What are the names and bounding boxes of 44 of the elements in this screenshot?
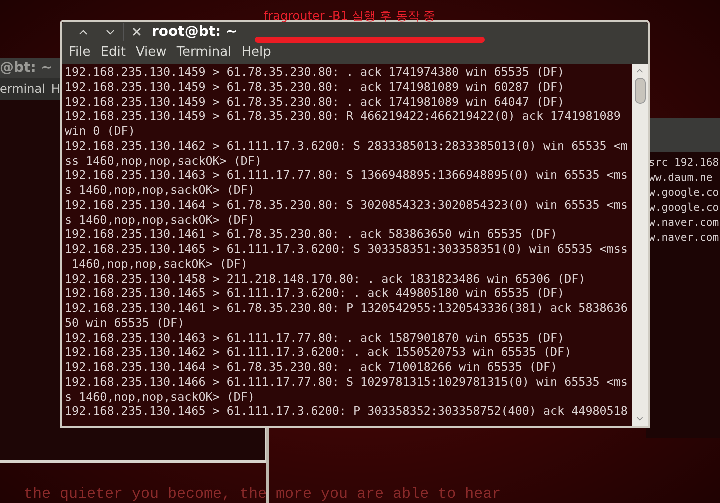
- terminal-line: 192.168.235.130.1462 > 61.111.17.3.6200: . ack 1550520753 win 65535 (DF): [65, 345, 573, 360]
- terminal-line: 192.168.235.130.1462 > 61.111.17.3.6200: S 2833385013:2833385013(0) win 65535 <m: [65, 138, 629, 154]
- terminal-line: 192.168.235.130.1461 > 61.78.35.230.80: . ack 583863650 win 65535 (DF): [65, 227, 559, 242]
- terminal-line: 192.168.235.130.1464 > 61.78.35.230.80: . ack 710018266 win 65535 (DF): [65, 360, 559, 375]
- menu-item[interactable]: erminal: [0, 80, 46, 98]
- menu-item[interactable]: Terminal: [176, 43, 232, 63]
- terminal-line: 192.168.235.130.1461 > 61.78.35.230.80: P 1320542955:1320543336(381) ack 5838636: [65, 301, 629, 316]
- terminal-line: w.google.co: [649, 201, 720, 216]
- window-title: root@bt: ~: [152, 22, 238, 42]
- terminal-line: 192.168.235.130.1466 > 61.111.17.77.80: S 1029781315:1029781315(0) win 65535 <ms: [65, 374, 629, 390]
- terminal-line: ss 1460,nop,nop,sackOK> (DF): [65, 154, 264, 168]
- terminal-line: w.naver.com: [649, 231, 720, 246]
- menu-item[interactable]: File: [69, 43, 91, 63]
- annotation-text: fragrouter -B1 실행 후 동작 중: [264, 8, 436, 25]
- close-icon: [131, 26, 143, 38]
- terminal-line: 192.168.235.130.1463 > 61.111.17.77.80: . ack 1587901870 win 65535 (DF): [65, 330, 566, 346]
- terminal-line: 192.168.235.130.1459 > 61.78.35.230.80: . ack 1741981089 win 60287 (DF): [65, 80, 566, 94]
- terminal-line: s 1460,nop,nop,sackOK> (DF): [65, 212, 256, 228]
- terminal-line: 192.168.235.130.1464 > 61.78.35.230.80: S 3020854323:3020854323(0) win 65535 <ms: [65, 198, 629, 212]
- terminal-line: 192.168.235.130.1465 > 61.111.17.3.6200: . ack 449805180 win 65535 (DF): [65, 286, 566, 301]
- window-title: @bt: ~: [0, 58, 53, 78]
- terminal-line: 192.168.235.130.1463 > 61.111.17.77.80: S 1366948895:1366948895(0) win 65535 <ms: [65, 168, 629, 183]
- menu-item[interactable]: H: [51, 80, 60, 98]
- terminal-line: 192.168.235.130.1465 > 61.111.17.3.6200: S 303358351:303358351(0) win 65535 <mss: [65, 242, 629, 257]
- terminal-line: 192.168.235.130.1459 > 61.78.35.230.80: R 466219422:466219422(0) ack 1741981089: [65, 109, 622, 124]
- terminal-line: 192.168.235.130.1459 > 61.78.35.230.80: . ack 1741974380 win 65535 (DF): [65, 65, 566, 80]
- terminal-line: w.google.co: [649, 186, 720, 201]
- terminal-line: s 1460,nop,nop,sackOK> (DF): [65, 390, 256, 404]
- menu-item[interactable]: Help: [242, 43, 272, 63]
- wallpaper-tagline: the quieter you become, the more you are able to hear: [24, 485, 502, 503]
- terminal-line: 192.168.235.130.1458 > 211.218.148.170.80: . ack 1831823486 win 65306 (DF): [65, 272, 587, 286]
- terminal-line: 192.168.235.130.1465 > 61.111.17.3.6200: P 303358352:303358752(400) ack 44980518: [65, 404, 629, 419]
- menu-item[interactable]: Edit: [100, 43, 126, 63]
- terminal-line: win 0 (DF): [65, 124, 136, 139]
- terminal-line: w.naver.com: [649, 216, 720, 231]
- terminal-line: s 1460,nop,nop,sackOK> (DF): [65, 183, 256, 198]
- scroll-thumb[interactable]: [634, 78, 646, 104]
- scrollbar[interactable]: [632, 64, 648, 426]
- terminal-line: ww.daum.ne: [649, 171, 714, 186]
- menu-item[interactable]: View: [136, 43, 167, 63]
- terminal-line: src 192.168: [649, 156, 720, 171]
- terminal-line: 50 win 65535 (DF): [65, 316, 186, 330]
- terminal-line: 1460,nop,nop,sackOK> (DF): [71, 256, 249, 272]
- terminal-line: 192.168.235.130.1459 > 61.78.35.230.80: . ack 1741981089 win 64047 (DF): [65, 94, 566, 110]
